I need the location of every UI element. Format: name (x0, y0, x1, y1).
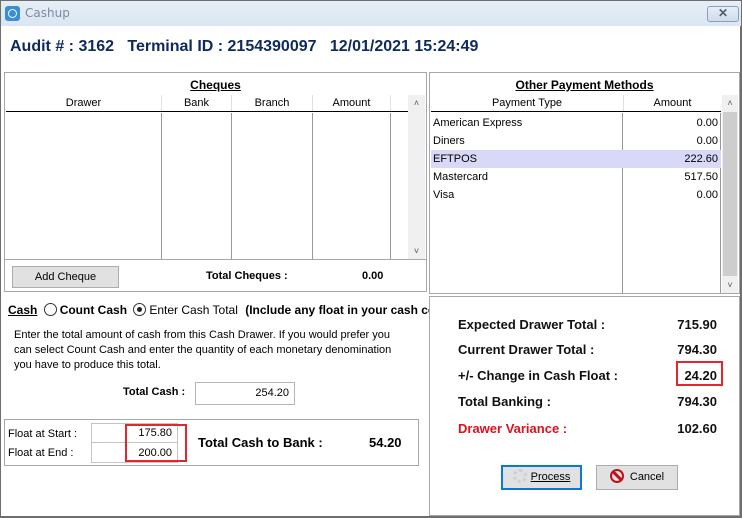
total-cash-label: Total Cash : (123, 386, 186, 398)
grid-divider (390, 113, 391, 259)
total-cheques-value: 0.00 (362, 270, 384, 282)
payments-grid-header: Payment Type Amount (431, 95, 721, 112)
enter-cash-total-radio[interactable]: Enter Cash Total (133, 303, 238, 317)
col-payment-amount[interactable]: Amount (624, 95, 721, 111)
current-total-value: 794.30 (677, 342, 717, 357)
cash-to-bank-label: Total Cash to Bank : (198, 435, 323, 450)
total-banking-value: 794.30 (677, 394, 717, 409)
payment-row[interactable]: Mastercard 517.50 (431, 168, 721, 186)
payment-row[interactable]: EFTPOS 222.60 (431, 150, 721, 168)
total-banking-label: Total Banking : (458, 394, 551, 409)
cancel-button[interactable]: Cancel (596, 465, 678, 490)
process-button[interactable]: Process (501, 465, 582, 490)
close-button[interactable]: ✕ (707, 6, 739, 22)
payment-row[interactable]: Visa 0.00 (431, 186, 721, 204)
cheques-panel: Cheques Drawer Bank Branch Amount ˄ ˅ Ad… (4, 72, 427, 292)
app-power-icon (5, 6, 20, 21)
payment-amount: 0.00 (696, 189, 718, 201)
cheques-scrollbar[interactable]: ˄ ˅ (408, 95, 425, 259)
cancel-label: Cancel (629, 471, 665, 483)
process-gear-icon (512, 469, 527, 483)
current-total-label: Current Drawer Total : (458, 342, 595, 357)
float-start-label: Float at Start : (8, 428, 78, 440)
payment-amount: 0.00 (696, 117, 718, 129)
cash-label: Cash (8, 303, 38, 317)
drawer-variance-value: 102.60 (677, 421, 717, 436)
audit-header: Audit # : 3162 Terminal ID : 2154390097 … (10, 38, 479, 55)
float-panel: Float at Start : Float at End : 175.80 2… (4, 419, 419, 466)
window-title: Cashup (25, 6, 70, 20)
radio-checked-icon[interactable] (133, 303, 147, 316)
col-drawer[interactable]: Drawer (6, 95, 162, 111)
scroll-down-icon[interactable]: ˅ (408, 243, 425, 259)
payments-panel: Other Payment Methods Payment Type Amoun… (429, 72, 740, 294)
add-cheque-button[interactable]: Add Cheque (12, 266, 119, 288)
process-label: Process (530, 471, 571, 483)
cheques-grid-header: Drawer Bank Branch Amount (6, 95, 408, 112)
scroll-thumb[interactable] (723, 112, 737, 276)
payment-row[interactable]: American Express 0.00 (431, 114, 721, 132)
grid-divider (312, 113, 313, 259)
count-cash-label[interactable]: Count Cash (60, 303, 127, 317)
payments-title: Other Payment Methods (515, 78, 654, 92)
col-amount[interactable]: Amount (313, 95, 391, 111)
scroll-up-icon[interactable]: ˄ (722, 95, 738, 111)
total-cheques-label: Total Cheques : (206, 270, 288, 282)
expected-total-label: Expected Drawer Total : (458, 317, 606, 332)
grid-divider (231, 113, 232, 259)
payment-type: EFTPOS (433, 153, 478, 165)
payment-amount: 222.60 (684, 153, 718, 165)
col-branch[interactable]: Branch (232, 95, 313, 111)
cash-options: Cash Count Cash Enter Cash Total (Includ… (8, 303, 458, 317)
count-cash-radio[interactable]: Count Cash (43, 303, 127, 317)
col-spacer (391, 95, 408, 111)
scroll-down-icon[interactable]: ˅ (722, 277, 738, 293)
drawer-variance-label: Drawer Variance : (458, 421, 568, 436)
cash-instructions: Enter the total amount of cash from this… (14, 329, 392, 371)
cashup-window: Cashup ✕ Audit # : 3162 Terminal ID : 21… (0, 0, 742, 518)
payment-type: Visa (433, 189, 455, 201)
float-note: (Include any float in your cash count) (245, 303, 458, 317)
payment-type: American Express (433, 117, 523, 129)
grid-divider (161, 113, 162, 259)
enter-cash-total-label[interactable]: Enter Cash Total (149, 303, 238, 317)
total-cash-input[interactable]: 254.20 (195, 382, 295, 405)
title-bar: Cashup ✕ (1, 1, 741, 26)
payment-type: Mastercard (433, 171, 489, 183)
payment-amount: 0.00 (696, 135, 718, 147)
cheques-title: Cheques (190, 78, 241, 92)
change-float-highlight (676, 361, 723, 386)
float-end-label: Float at End : (8, 447, 74, 459)
scroll-up-icon[interactable]: ˄ (408, 95, 425, 111)
expected-total-value: 715.90 (677, 317, 717, 332)
cancel-no-icon (609, 469, 624, 483)
payments-scrollbar[interactable]: ˄ ˅ (722, 95, 738, 293)
divider (5, 259, 426, 260)
float-highlight (125, 424, 187, 462)
col-bank[interactable]: Bank (162, 95, 232, 111)
change-float-label: +/- Change in Cash Float : (458, 368, 618, 383)
payment-type: Diners (433, 135, 465, 147)
radio-unchecked-icon[interactable] (43, 303, 57, 316)
cash-to-bank-value: 54.20 (369, 435, 402, 450)
col-payment-type[interactable]: Payment Type (431, 95, 624, 111)
payment-amount: 517.50 (684, 171, 718, 183)
payment-row[interactable]: Diners 0.00 (431, 132, 721, 150)
